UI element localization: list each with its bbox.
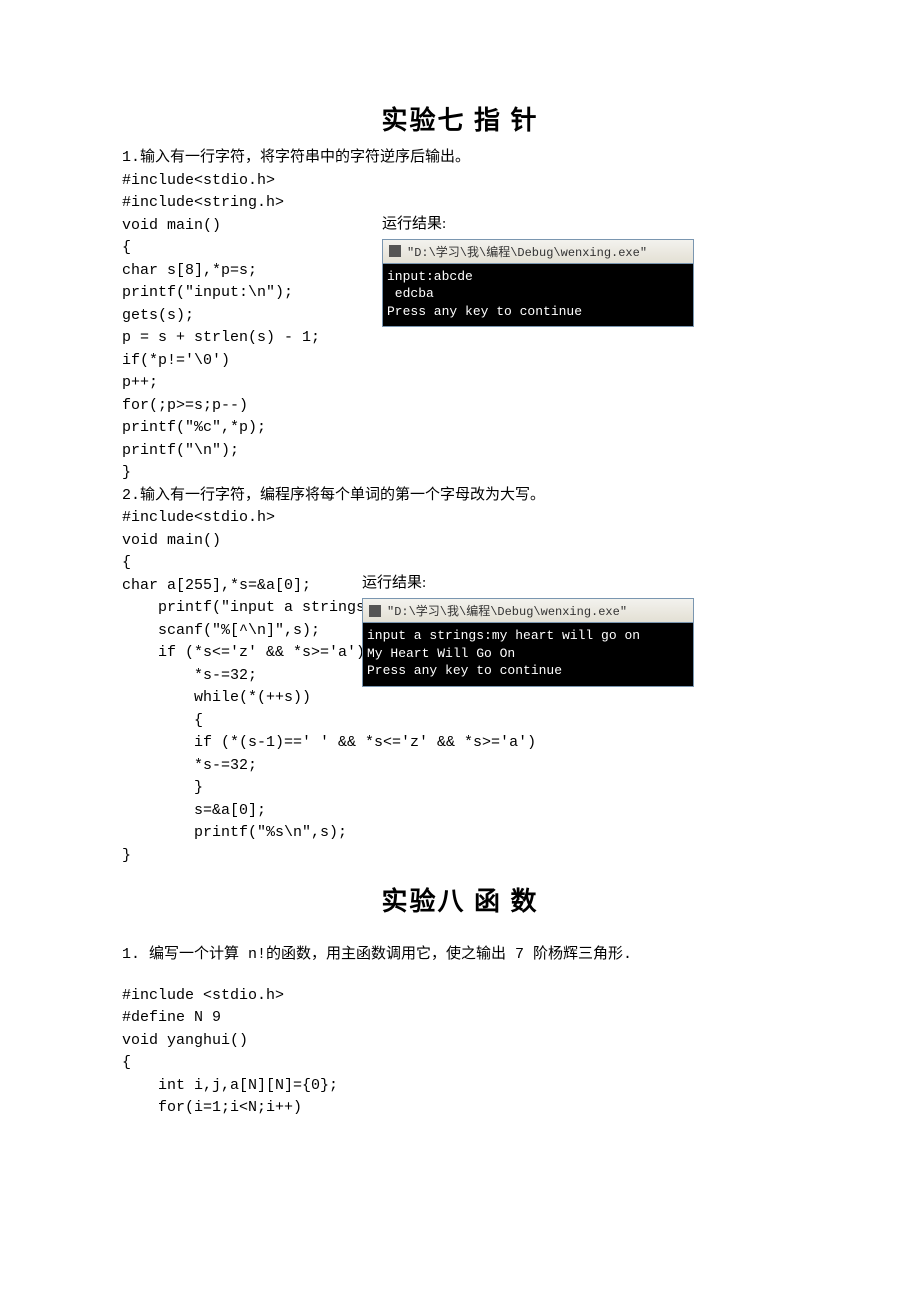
s7-p1-desc: 1.输入有一行字符，将字符串中的字符逆序后输出。 [122,147,798,170]
cmd-icon [369,605,381,617]
s8-p1-desc: 1. 编写一个计算 n!的函数，用主函数调用它，使之输出 7 阶杨辉三角形. [122,944,798,967]
s7-p1-console-body: input:abcde edcba Press any key to conti… [383,264,693,327]
s7-p2-code: #include<stdio.h> void main() { char a[2… [122,507,798,867]
s7-p1-console: "D:\学习\我\编程\Debug\wenxing.exe" input:abc… [382,239,694,328]
s7-p2-result-label: 运行结果: [362,571,694,592]
s7-p2-result-anchor: 运行结果: "D:\学习\我\编程\Debug\wenxing.exe" inp… [362,571,694,687]
s7-p2-console-titlebar: "D:\学习\我\编程\Debug\wenxing.exe" [363,599,693,623]
document-page: 实验七 指 针 1.输入有一行字符，将字符串中的字符逆序后输出。 #includ… [0,0,920,1180]
s7-p1-block: #include<stdio.h> #include<string.h> voi… [122,170,798,485]
s7-p1-result-anchor: 运行结果: "D:\学习\我\编程\Debug\wenxing.exe" inp… [382,212,694,328]
s7-p1-console-title-text: "D:\学习\我\编程\Debug\wenxing.exe" [407,243,647,260]
s7-p2-console: "D:\学习\我\编程\Debug\wenxing.exe" input a s… [362,598,694,687]
s8-p1-code: #include <stdio.h> #define N 9 void yang… [122,985,798,1120]
s7-p2-console-title-text: "D:\学习\我\编程\Debug\wenxing.exe" [387,602,627,619]
s7-p2-desc: 2.输入有一行字符，编程序将每个单词的第一个字母改为大写。 [122,485,798,508]
s7-p1-result-label: 运行结果: [382,212,694,233]
s7-p1-console-titlebar: "D:\学习\我\编程\Debug\wenxing.exe" [383,240,693,264]
cmd-icon [389,245,401,257]
s7-p2-block: #include<stdio.h> void main() { char a[2… [122,507,798,867]
section7-title: 实验七 指 针 [122,100,798,137]
s7-p2-console-body: input a strings:my heart will go on My H… [363,623,693,686]
section8-title: 实验八 函 数 [122,881,798,918]
